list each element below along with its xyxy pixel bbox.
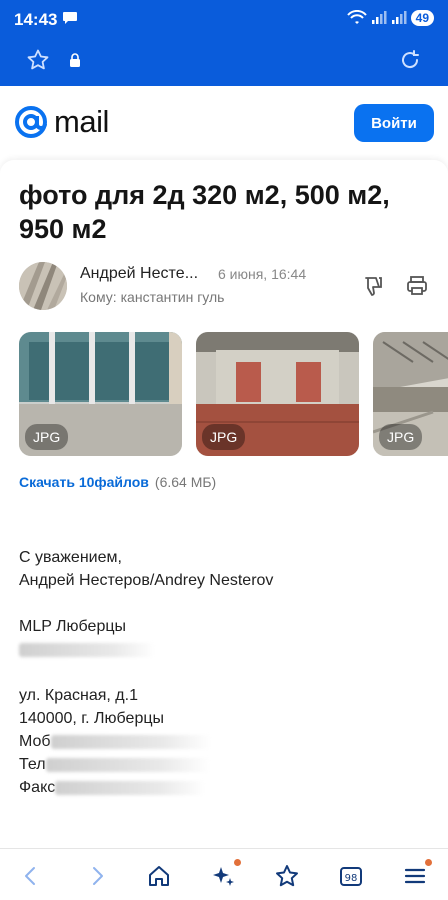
- signature-address-line2: 140000, г. Люберцы: [19, 710, 164, 727]
- avatar[interactable]: [19, 262, 67, 310]
- redacted-line: [19, 638, 273, 661]
- message-icon: [63, 12, 77, 24]
- mail-logo[interactable]: mail: [14, 104, 109, 140]
- avatar-image: [19, 262, 67, 310]
- file-type-badge: JPG: [202, 424, 246, 450]
- signature-address-line1: ул. Красная, д.1: [19, 687, 138, 704]
- email-body: С уважением, Андрей Нестеров/Andrey Nest…: [19, 546, 273, 799]
- forward-icon[interactable]: [84, 863, 110, 889]
- login-button[interactable]: Войти: [354, 104, 434, 142]
- file-type-badge: JPG: [379, 424, 423, 450]
- favorites-star-icon[interactable]: [274, 863, 300, 889]
- lock-icon: [70, 53, 80, 67]
- logo-text: mail: [54, 104, 109, 139]
- download-all-link[interactable]: Скачать 10файлов: [19, 474, 149, 490]
- bookmark-star-icon[interactable]: [26, 48, 50, 72]
- attachment-thumbnail[interactable]: JPG: [19, 332, 182, 456]
- email-subject: фото для 2д 320 м2, 500 м2, 950 м2: [19, 180, 390, 244]
- redacted-fax: Факс: [19, 776, 273, 799]
- recipient-label: Кому:: [80, 289, 117, 305]
- sparkle-icon: [213, 867, 234, 886]
- recipient-line: Кому: канстантин гуль: [80, 289, 224, 305]
- spam-thumbs-down-icon[interactable]: [362, 274, 386, 298]
- svg-text:98: 98: [345, 873, 358, 884]
- signal-icon: [371, 11, 387, 24]
- redacted-text: [19, 642, 155, 657]
- home-icon[interactable]: [146, 863, 172, 889]
- attachment-thumbnail[interactable]: JPG: [373, 332, 448, 456]
- ai-assistant-button[interactable]: [211, 859, 241, 889]
- menu-button[interactable]: [402, 859, 432, 889]
- reload-icon[interactable]: [398, 48, 422, 72]
- tabs-counter-icon[interactable]: 98: [338, 863, 364, 889]
- download-size: (6.64 МБ): [154, 474, 217, 490]
- email-date: 6 июня, 16:44: [218, 266, 307, 282]
- print-icon[interactable]: [405, 274, 429, 298]
- redacted-text: [50, 734, 211, 749]
- notification-dot: [425, 859, 432, 866]
- system-icons: 49: [346, 10, 434, 26]
- download-all: Скачать 10файлов (6.64 МБ): [19, 474, 216, 490]
- phone-prefix: Тел: [19, 756, 46, 773]
- browser-toolbar: [0, 38, 448, 86]
- at-logo-icon: [15, 106, 47, 138]
- notification-dot: [234, 859, 241, 866]
- signal-icon: [391, 11, 407, 24]
- mobile-prefix: Моб: [19, 733, 51, 750]
- fax-prefix: Факс: [19, 779, 56, 796]
- attachments-strip: JPG JPG JPG: [19, 332, 448, 456]
- recipient-name[interactable]: канстантин гуль: [121, 289, 225, 305]
- mail-header: mail Войти: [0, 86, 448, 158]
- redacted-text: [55, 780, 206, 795]
- hamburger-menu-icon: [404, 868, 426, 884]
- status-bar: 14:43 49: [0, 0, 448, 38]
- sender-name[interactable]: Андрей Нестe...: [80, 265, 198, 283]
- file-type-badge: JPG: [25, 424, 69, 450]
- status-time: 14:43: [14, 10, 58, 29]
- redacted-text: [45, 757, 210, 772]
- back-icon[interactable]: [18, 863, 44, 889]
- redacted-mobile: Моб: [19, 730, 273, 753]
- battery-indicator: 49: [410, 10, 434, 26]
- redacted-phone: Тел: [19, 753, 273, 776]
- signature-name: Андрей Нестеров/Andrey Nesterov: [19, 572, 274, 589]
- signature-greeting: С уважением,: [19, 549, 122, 566]
- mail-page: mail Войти фото для 2д 320 м2, 500 м2, 9…: [0, 86, 448, 848]
- signature-company: MLP Люберцы: [19, 618, 126, 635]
- email-card: фото для 2д 320 м2, 500 м2, 950 м2 Андре…: [0, 160, 448, 848]
- browser-bottom-nav: 98: [0, 848, 448, 900]
- wifi-icon: [346, 10, 367, 24]
- attachment-thumbnail[interactable]: JPG: [196, 332, 359, 456]
